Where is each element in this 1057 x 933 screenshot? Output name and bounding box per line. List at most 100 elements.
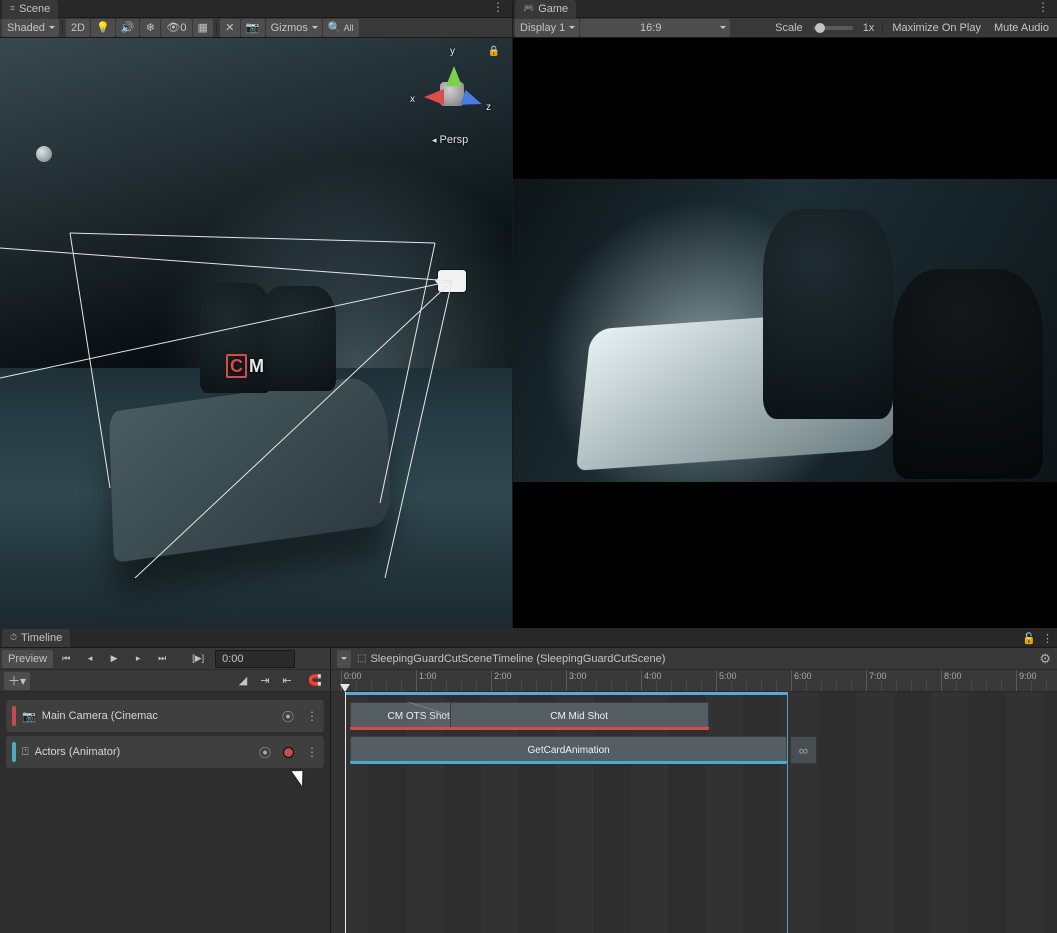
track-binding-target-icon[interactable]: ⦿ [282,708,294,725]
shading-mode-dropdown[interactable]: Shaded [2,19,59,37]
edit-mode-mix-button[interactable]: ◢ [232,672,254,690]
mute-audio-toggle[interactable]: Mute Audio [988,19,1055,37]
timecode-field[interactable]: 0:00 [215,650,295,668]
ruler-minor-tick [1046,681,1047,691]
gizmos-label: Gizmos [271,22,308,34]
track-header-list: 📷Main Camera (Cinemac⦿⋮⍞Actors (Animator… [0,692,331,933]
ruler-minor-tick [926,681,927,691]
record-button[interactable] [283,747,294,758]
ruler-minor-tick [851,681,852,691]
animation-track-header[interactable]: ⍞Actors (Animator)⦿⋮ [6,736,324,768]
ruler-tick-label: 8:00 [944,671,962,681]
ruler-minor-tick [611,681,612,691]
ruler-minor-tick [521,681,522,691]
scene-grid-toggle[interactable]: ▦ [193,19,213,37]
play-button[interactable]: ▶ [103,650,125,668]
maximize-on-play-toggle[interactable]: Maximize On Play [886,19,987,37]
scene-visibility-toggle[interactable]: 👁0 [161,19,191,37]
axis-x-handle[interactable] [416,89,444,105]
track-menu-button[interactable]: ⋮ [306,709,318,723]
clip-label: CM Mid Shot [550,711,608,722]
ruler-minor-tick [731,681,732,691]
ruler-minor-tick [371,681,372,691]
scene-tab-label: Scene [19,3,50,15]
gear-icon[interactable]: ⚙ [1039,651,1051,667]
ruler-minor-tick [956,681,957,691]
add-track-button[interactable]: ＋▾ [4,672,30,690]
timeline-clip[interactable]: CM Mid Shot [450,702,709,730]
mode-2d-toggle[interactable]: 2D [66,19,90,37]
lock-icon[interactable]: 🔒 [488,46,500,57]
prev-frame-button[interactable]: ◂ [79,650,101,668]
ruler-minor-tick [806,681,807,691]
projection-label[interactable]: Persp [432,134,468,146]
game-toolbar: Display 1 16:9 Scale 1x Maximize On Play… [513,18,1057,38]
play-range-bar[interactable] [345,692,788,695]
scene-panel-menu[interactable]: ⋮ [488,0,508,14]
ruler-major-tick: 7:00 [866,670,867,691]
ruler-minor-tick [671,681,672,691]
ruler-minor-tick [776,681,777,691]
scene-tools-button[interactable]: ✕ [220,19,240,37]
game-character-a [763,209,893,419]
scene-icon: ⌗ [10,3,15,14]
ruler-major-tick: 4:00 [641,670,642,691]
timeline-asset-chip[interactable]: ⬚ SleepingGuardCutSceneTimeline (Sleepin… [357,653,665,665]
ruler-minor-tick [986,681,987,691]
aspect-dropdown[interactable]: 16:9 [580,19,730,37]
scene-light-toggle[interactable]: 💡 [91,19,115,37]
scene-search-button[interactable]: 🔍All [323,19,359,37]
game-character-b [893,269,1043,479]
ruler-minor-tick [896,681,897,691]
cinemachine-track-header[interactable]: 📷Main Camera (Cinemac⦿⋮ [6,700,324,732]
preview-toggle[interactable]: Preview [2,650,53,668]
track-color-handle[interactable] [12,742,16,762]
scene-camera-button[interactable]: 📷 [241,19,265,37]
clip-area[interactable]: CM OTS ShotCM Mid Shot GetCardAnimation∞ [331,692,1057,933]
ruler-tick-label: 6:00 [794,671,812,681]
orientation-gizmo[interactable]: 🔒 y x z Persp [402,44,502,164]
ruler-major-tick: 8:00 [941,670,942,691]
track-binding-target-icon[interactable]: ⦿ [259,744,271,761]
timeline-icon: ⏱ [10,632,17,643]
scale-slider[interactable] [813,26,853,30]
next-frame-button[interactable]: ▸ [127,650,149,668]
timeline-panel-menu[interactable]: ⋮ [1042,632,1053,645]
edit-mode-replace-button[interactable]: ⇤ [276,672,298,690]
game-tab-label: Game [538,3,568,15]
axis-y-handle[interactable] [446,58,462,86]
ruler-minor-tick [761,681,762,691]
track-menu-button[interactable]: ⋮ [306,745,318,759]
clip-loop-marker[interactable]: ∞ [790,736,818,764]
timeline-clip[interactable]: GetCardAnimation [350,736,787,764]
scene-search-label: All [344,23,354,33]
gizmos-dropdown[interactable]: Gizmos [266,19,322,37]
timeline-mode-dropdown[interactable] [337,650,351,668]
ruler-minor-tick [596,681,597,691]
edit-mode-ripple-button[interactable]: ⇥ [254,672,276,690]
ruler-minor-tick [626,681,627,691]
play-range-button[interactable]: [▶] [187,650,209,668]
ruler-minor-tick [581,681,582,691]
scale-slider-knob[interactable] [815,23,825,33]
scene-viewport[interactable]: CCMM 🔒 y x z Persp [0,38,512,628]
display-dropdown[interactable]: Display 1 [515,19,579,37]
game-tab[interactable]: 🎮 Game [515,0,576,18]
timeline-tab[interactable]: ⏱ Timeline [2,629,70,647]
go-to-start-button[interactable]: ⏮ [55,650,77,668]
ruler-tick-label: 7:00 [869,671,887,681]
scene-audio-toggle[interactable]: 🔊 [116,19,140,37]
ruler-minor-tick [746,681,747,691]
ruler-major-tick: 5:00 [716,670,717,691]
scene-fx-toggle[interactable]: ❄ [140,19,160,37]
track-color-handle[interactable] [12,706,16,726]
snap-toggle[interactable]: 🧲 [304,672,326,690]
go-to-end-button[interactable]: ⏭ [151,650,173,668]
game-viewport[interactable] [513,38,1057,628]
ruler-tick-label: 0:00 [344,671,362,681]
timeline-ruler[interactable]: 0:001:002:003:004:005:006:007:008:009:00 [331,670,1057,691]
game-panel-menu[interactable]: ⋮ [1033,0,1053,14]
scale-value: 1x [858,19,880,37]
scene-tab[interactable]: ⌗ Scene [2,0,58,18]
unlock-icon[interactable]: 🔓 [1022,632,1036,645]
